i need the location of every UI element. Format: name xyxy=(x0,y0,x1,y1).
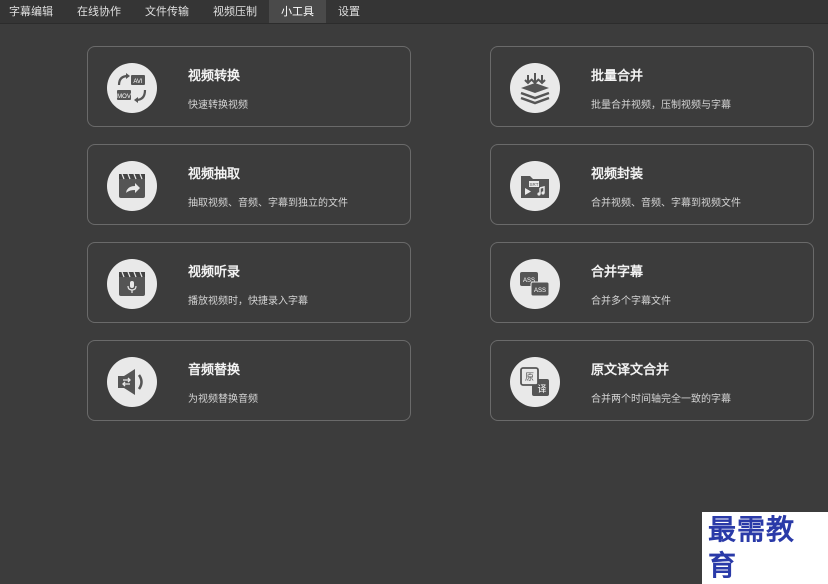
card-title: 视频封装 xyxy=(591,167,644,182)
card-description: 快速转换视频 xyxy=(188,100,248,111)
video-extract-icon xyxy=(107,161,157,211)
card-description: 合并多个字幕文件 xyxy=(591,296,671,307)
card-audio-replace[interactable]: 音频替换 为视频替换音频 xyxy=(87,340,411,421)
card-merge-subtitles[interactable]: ASS ASS 合并字幕 合并多个字幕文件 xyxy=(490,242,814,323)
card-description: 为视频替换音频 xyxy=(188,394,258,405)
card-video-package[interactable]: SRT 视频封装 合并视频、音频、字幕到视频文件 xyxy=(490,144,814,225)
card-description: 合并两个时间轴完全一致的字幕 xyxy=(591,394,731,405)
card-title: 音频替换 xyxy=(188,363,241,378)
tab-settings[interactable]: 设置 xyxy=(326,0,372,23)
card-video-transcribe[interactable]: 视频听录 播放视频时，快捷录入字幕 xyxy=(87,242,411,323)
card-description: 批量合并视频，压制视频与字幕 xyxy=(591,100,731,111)
video-transcribe-icon xyxy=(107,259,157,309)
tab-file-transfer[interactable]: 文件传输 xyxy=(133,0,201,23)
tab-video-encode[interactable]: 视频压制 xyxy=(201,0,269,23)
video-package-icon: SRT xyxy=(510,161,560,211)
source-label: 原 xyxy=(525,372,534,383)
card-batch-merge[interactable]: 批量合并 批量合并视频，压制视频与字幕 xyxy=(490,46,814,127)
mov-label: MOV xyxy=(117,94,131,100)
card-title: 视频抽取 xyxy=(188,167,241,182)
translation-merge-icon: 原 译 xyxy=(510,357,560,407)
tab-subtitle-edit[interactable]: 字幕编辑 xyxy=(0,0,65,23)
srt-label: SRT xyxy=(530,182,539,187)
card-title: 批量合并 xyxy=(591,69,644,84)
menu-bar: 字幕编辑 在线协作 文件传输 视频压制 小工具 设置 xyxy=(0,0,828,24)
card-video-extract[interactable]: 视频抽取 抽取视频、音频、字幕到独立的文件 xyxy=(87,144,411,225)
card-translation-merge[interactable]: 原 译 原文译文合并 合并两个时间轴完全一致的字幕 xyxy=(490,340,814,421)
tab-online-collab[interactable]: 在线协作 xyxy=(65,0,133,23)
card-description: 播放视频时，快捷录入字幕 xyxy=(188,296,308,307)
audio-replace-icon xyxy=(107,357,157,407)
merge-subtitles-icon: ASS ASS xyxy=(510,259,560,309)
card-video-convert[interactable]: AVI MOV 视频转换 快速转换视频 xyxy=(87,46,411,127)
avi-label: AVI xyxy=(133,79,143,85)
card-description: 抽取视频、音频、字幕到独立的文件 xyxy=(188,198,348,209)
card-title: 合并字幕 xyxy=(591,265,644,280)
translation-label: 译 xyxy=(537,384,546,395)
watermark-logo: 最需教育 xyxy=(702,512,828,584)
tab-tools[interactable]: 小工具 xyxy=(269,0,326,23)
batch-merge-icon xyxy=(510,63,560,113)
card-title: 视频转换 xyxy=(188,69,241,84)
ass-label-2: ASS xyxy=(534,288,546,294)
video-convert-icon: AVI MOV xyxy=(107,63,157,113)
card-title: 视频听录 xyxy=(188,265,241,280)
card-title: 原文译文合并 xyxy=(591,363,670,378)
card-description: 合并视频、音频、字幕到视频文件 xyxy=(591,198,741,209)
